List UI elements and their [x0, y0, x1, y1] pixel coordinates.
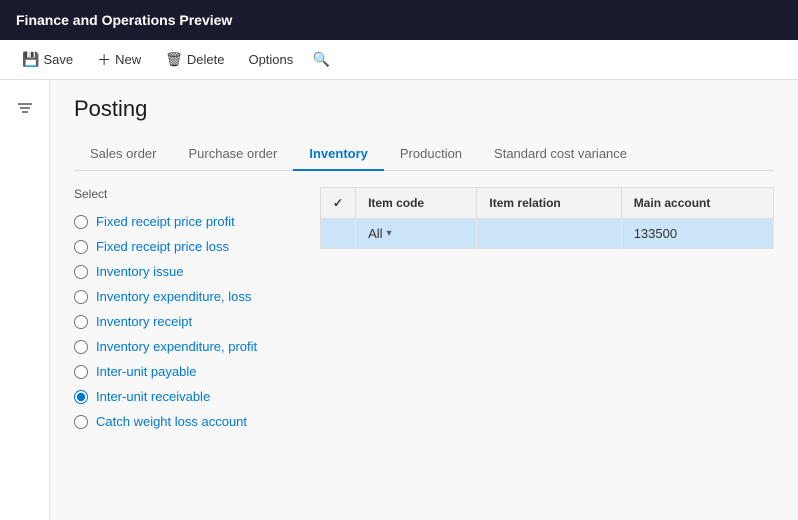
options-button[interactable]: Options	[238, 47, 303, 72]
content-area: Posting Sales order Purchase order Inven…	[50, 80, 798, 520]
radio-label-opt2: Fixed receipt price loss	[96, 239, 229, 254]
col-check: ✓	[321, 188, 356, 219]
radio-label-opt9: Catch weight loss account	[96, 414, 247, 429]
search-button[interactable]: 🔍	[307, 46, 335, 74]
save-label: Save	[43, 52, 73, 67]
radio-item-opt3[interactable]: Inventory issue	[74, 259, 304, 284]
radio-opt4[interactable]	[74, 290, 88, 304]
col-main-account: Main account	[621, 188, 773, 219]
radio-label-opt1: Fixed receipt price profit	[96, 214, 235, 229]
radio-item-opt1[interactable]: Fixed receipt price profit	[74, 209, 304, 234]
radio-item-opt7[interactable]: Inter-unit payable	[74, 359, 304, 384]
search-icon: 🔍	[313, 51, 330, 68]
save-button[interactable]: 💾 Save	[12, 46, 83, 73]
row-item-relation[interactable]	[477, 219, 621, 249]
col-item-code: Item code	[356, 188, 477, 219]
table-row[interactable]: All ▾ 133500	[321, 219, 774, 249]
options-panel: Select Fixed receipt price profit Fixed r…	[74, 187, 304, 434]
delete-label: Delete	[187, 52, 225, 67]
radio-opt3[interactable]	[74, 265, 88, 279]
radio-opt5[interactable]	[74, 315, 88, 329]
radio-label-opt4: Inventory expenditure, loss	[96, 289, 251, 304]
tab-inventory[interactable]: Inventory	[293, 138, 384, 171]
radio-opt8[interactable]	[74, 390, 88, 404]
sidebar	[0, 80, 50, 520]
delete-button[interactable]: 🗑 Delete	[155, 46, 234, 73]
radio-item-opt5[interactable]: Inventory receipt	[74, 309, 304, 334]
select-label: Select	[74, 187, 304, 201]
toolbar: 💾 Save ＋ New 🗑 Delete Options 🔍	[0, 40, 798, 80]
top-bar: Finance and Operations Preview	[0, 0, 798, 40]
page-title: Posting	[74, 96, 774, 122]
radio-item-opt8[interactable]: Inter-unit receivable	[74, 384, 304, 409]
radio-opt1[interactable]	[74, 215, 88, 229]
tabs-bar: Sales order Purchase order Inventory Pro…	[74, 138, 774, 171]
radio-opt9[interactable]	[74, 415, 88, 429]
radio-item-opt6[interactable]: Inventory expenditure, profit	[74, 334, 304, 359]
tab-production[interactable]: Production	[384, 138, 478, 171]
radio-opt6[interactable]	[74, 340, 88, 354]
row-check-col	[321, 219, 356, 249]
table-area: ✓ Item code Item relation Main account	[320, 187, 774, 434]
radio-item-opt9[interactable]: Catch weight loss account	[74, 409, 304, 434]
col-item-relation: Item relation	[477, 188, 621, 219]
row-item-code[interactable]: All ▾	[356, 219, 477, 249]
posting-table: ✓ Item code Item relation Main account	[320, 187, 774, 249]
checkmark-icon: ✓	[333, 196, 343, 210]
tab-sales-order[interactable]: Sales order	[74, 138, 172, 171]
radio-label-opt5: Inventory receipt	[96, 314, 192, 329]
radio-opt2[interactable]	[74, 240, 88, 254]
options-label: Options	[248, 52, 293, 67]
new-icon: ＋	[97, 50, 111, 70]
two-col-layout: Select Fixed receipt price profit Fixed r…	[74, 187, 774, 434]
delete-icon: 🗑	[165, 51, 183, 68]
tab-standard-cost-variance[interactable]: Standard cost variance	[478, 138, 643, 171]
radio-label-opt7: Inter-unit payable	[96, 364, 196, 379]
app-title: Finance and Operations Preview	[16, 12, 232, 28]
radio-item-opt2[interactable]: Fixed receipt price loss	[74, 234, 304, 259]
radio-item-opt4[interactable]: Inventory expenditure, loss	[74, 284, 304, 309]
tab-purchase-order[interactable]: Purchase order	[172, 138, 293, 171]
row-main-account: 133500	[621, 219, 773, 249]
new-label: New	[115, 52, 141, 67]
main-layout: Posting Sales order Purchase order Inven…	[0, 80, 798, 520]
table-header-row: ✓ Item code Item relation Main account	[321, 188, 774, 219]
radio-label-opt3: Inventory issue	[96, 264, 183, 279]
radio-label-opt6: Inventory expenditure, profit	[96, 339, 257, 354]
radio-opt7[interactable]	[74, 365, 88, 379]
new-button[interactable]: ＋ New	[87, 45, 151, 75]
save-icon: 💾	[22, 51, 39, 68]
item-code-dropdown[interactable]: ▾	[387, 228, 392, 239]
radio-label-opt8: Inter-unit receivable	[96, 389, 210, 404]
filter-icon[interactable]	[7, 90, 43, 126]
item-code-value: All	[368, 226, 382, 241]
